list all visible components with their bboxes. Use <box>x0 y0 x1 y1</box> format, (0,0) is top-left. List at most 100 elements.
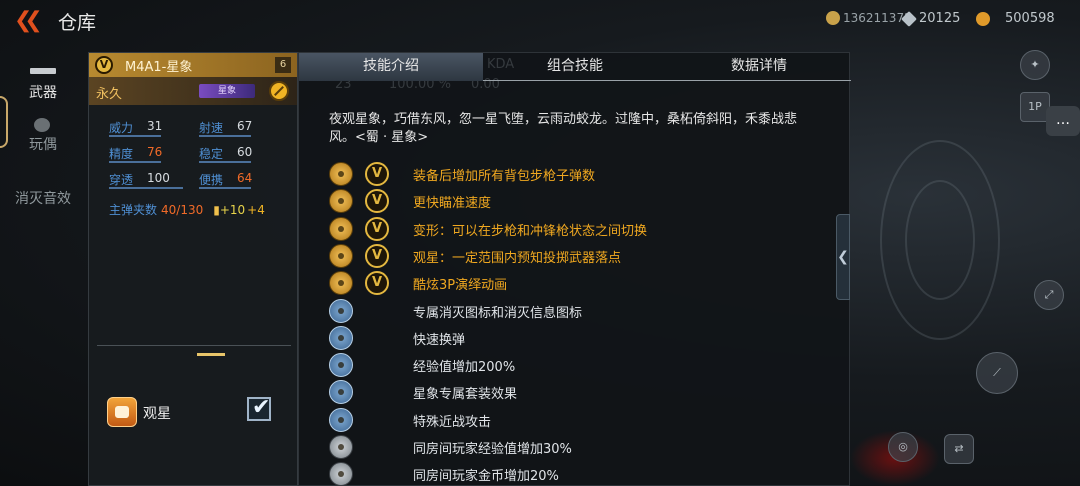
feature-text: 快速换弹 <box>413 332 466 348</box>
prohibit-icon[interactable] <box>269 81 289 101</box>
feature-text: 特殊近战攻击 <box>413 414 492 430</box>
category-nav: 武器 玩偶 消灭音效 <box>0 48 86 486</box>
stat-value: 60 <box>237 145 253 159</box>
ammo-row: 主弹夹数 40/130 ▮+10 +4 <box>109 201 265 218</box>
ammo-bonus-secondary: +4 <box>247 203 265 217</box>
stat-label: 稳定 <box>199 147 224 161</box>
tab-bar: 技能介绍 组合技能 数据详情 <box>299 53 851 81</box>
reload-icon <box>329 325 353 350</box>
rifle-icon <box>30 68 56 74</box>
ammo-bonus-primary: +10 <box>219 203 246 217</box>
stat-stability: 稳定 60 <box>199 145 279 165</box>
rifle-ammo-icon <box>329 162 353 186</box>
exp-icon <box>329 353 353 378</box>
stat-label: 威力 <box>109 121 134 135</box>
stat-value: 31 <box>147 119 163 133</box>
feature-item: V 变形：可以在步枪和冲锋枪状态之间切换 <box>329 216 829 242</box>
back-button[interactable]: ❮❮ <box>14 8 44 34</box>
knife-icon[interactable]: ⟋ <box>976 352 1018 394</box>
feature-item: 专属消灭图标和消灭信息图标 <box>329 298 829 324</box>
chevron-left-icon: ❮ <box>837 249 849 265</box>
share-icon[interactable]: ⤢ <box>1034 280 1064 310</box>
stat-bar <box>109 187 183 189</box>
coin-icon <box>826 11 840 25</box>
weapon-duration: 永久 <box>96 87 123 102</box>
tab-combo-skill[interactable]: 组合技能 <box>483 53 667 81</box>
feature-item: V 装备后增加所有背包步枪子弹数 <box>329 161 829 187</box>
feature-item: V 观星：一定范围内预知投掷武器落点 <box>329 243 829 269</box>
skill-toggle-checkbox[interactable]: ✔ <box>247 395 271 421</box>
settings-icon[interactable]: ✦ <box>1020 50 1050 80</box>
feature-text: 星象专属套装效果 <box>413 387 518 403</box>
feature-item: 特殊近战攻击 <box>329 407 829 433</box>
feature-text: 变形：可以在步枪和冲锋枪状态之间切换 <box>413 223 648 239</box>
weapon-level-badge: 6 <box>275 57 291 73</box>
room-gold-icon <box>329 462 353 486</box>
feature-item: 同房间玩家金币增加20% <box>329 461 829 486</box>
vip-v-icon: V <box>365 243 389 268</box>
doll-icon <box>34 118 50 132</box>
vip-v-icon: V <box>365 189 389 214</box>
currency-gold-value: 500598 <box>1005 11 1055 26</box>
stat-bar <box>109 161 161 163</box>
tab-skill-intro[interactable]: 技能介绍 <box>299 53 483 81</box>
top-bar: ❮❮ 仓库 136211372 20125 500598 <box>0 0 1080 44</box>
warehouse-screen: ❮❮ 仓库 136211372 20125 500598 武器 玩偶 消灭音效 … <box>0 0 1080 486</box>
stat-value: 76 <box>147 145 163 159</box>
melee-icon <box>329 407 353 432</box>
divider <box>97 345 291 346</box>
feature-item: V 酷炫3P演绎动画 <box>329 270 829 296</box>
animation-icon <box>329 271 353 296</box>
stat-bar <box>199 187 251 189</box>
weapon-info-panel: V M4A1-星象 6 永久 星象 威力 31 射速 67 精度 76 稳定 6… <box>88 52 298 486</box>
stat-bar <box>109 135 161 137</box>
weapon-description: 夜观星象，巧借东风，忽一星飞堕，云雨动蛟龙。过隆中，桑柘倚斜阳，禾黍战悲风。<蜀… <box>329 112 798 145</box>
room-exp-icon <box>329 435 353 459</box>
stat-fire-rate: 射速 67 <box>199 119 279 139</box>
weapon-name: M4A1-星象 <box>125 59 193 75</box>
stat-label: 便携 <box>199 173 224 187</box>
chat-icon[interactable]: … <box>1046 106 1080 136</box>
collapse-panel-button[interactable]: ❮ <box>836 214 850 300</box>
stat-label: 射速 <box>199 121 224 135</box>
weapon-stats: 威力 31 射速 67 精度 76 稳定 60 穿透 100 便携 64 <box>89 105 297 189</box>
nav-item-doll[interactable]: 玩偶 <box>0 134 86 154</box>
stat-bar <box>199 161 251 163</box>
currency-diamond-value: 20125 <box>919 11 961 26</box>
stat-power: 威力 31 <box>109 119 189 139</box>
stat-value: 100 <box>147 171 170 185</box>
tab-data-details[interactable]: 数据详情 <box>667 53 851 81</box>
stat-accuracy: 精度 76 <box>109 145 189 165</box>
checkmark-icon: ✔ <box>252 395 271 420</box>
feature-item: 经验值增加200% <box>329 352 829 378</box>
stat-bar <box>199 135 251 137</box>
nav-item-kill-sound[interactable]: 消灭音效 <box>0 188 86 208</box>
vip-v-icon: V <box>365 216 389 241</box>
bullet-icon: ▮ <box>213 203 220 217</box>
vip-v-icon: V <box>365 162 389 186</box>
skill-toggle-label: 观星 <box>143 406 171 422</box>
nav-item-weapon[interactable]: 武器 <box>0 82 86 102</box>
stat-portability: 便携 64 <box>199 171 279 191</box>
drag-handle[interactable] <box>197 353 225 356</box>
skin-icon[interactable]: ◎ <box>888 432 918 462</box>
stat-label: 精度 <box>109 147 134 161</box>
double-chevron-left-icon: ❮❮ <box>14 8 43 33</box>
skill-chest-icon <box>107 397 137 427</box>
currency-coin: 136211372 <box>826 11 912 25</box>
vip-v-icon: V <box>95 56 113 74</box>
feature-item: 星象专属套装效果 <box>329 379 829 405</box>
grenade-predict-icon <box>329 243 353 268</box>
swap-icon[interactable]: ⇄ <box>944 434 974 464</box>
ammo-label: 主弹夹数 <box>109 203 158 217</box>
currency-diamond: 20125 <box>901 10 961 27</box>
feature-text: 同房间玩家经验值增加30% <box>413 442 572 457</box>
suit-icon <box>329 380 353 405</box>
vip-v-icon: V <box>365 271 389 296</box>
stat-label: 穿透 <box>109 173 134 187</box>
transform-icon <box>329 216 353 241</box>
crosshair-icon <box>329 189 353 214</box>
feature-text: 同房间玩家金币增加20% <box>413 469 559 485</box>
diamond-icon <box>901 10 917 27</box>
feature-item: 同房间玩家经验值增加30% <box>329 434 829 460</box>
